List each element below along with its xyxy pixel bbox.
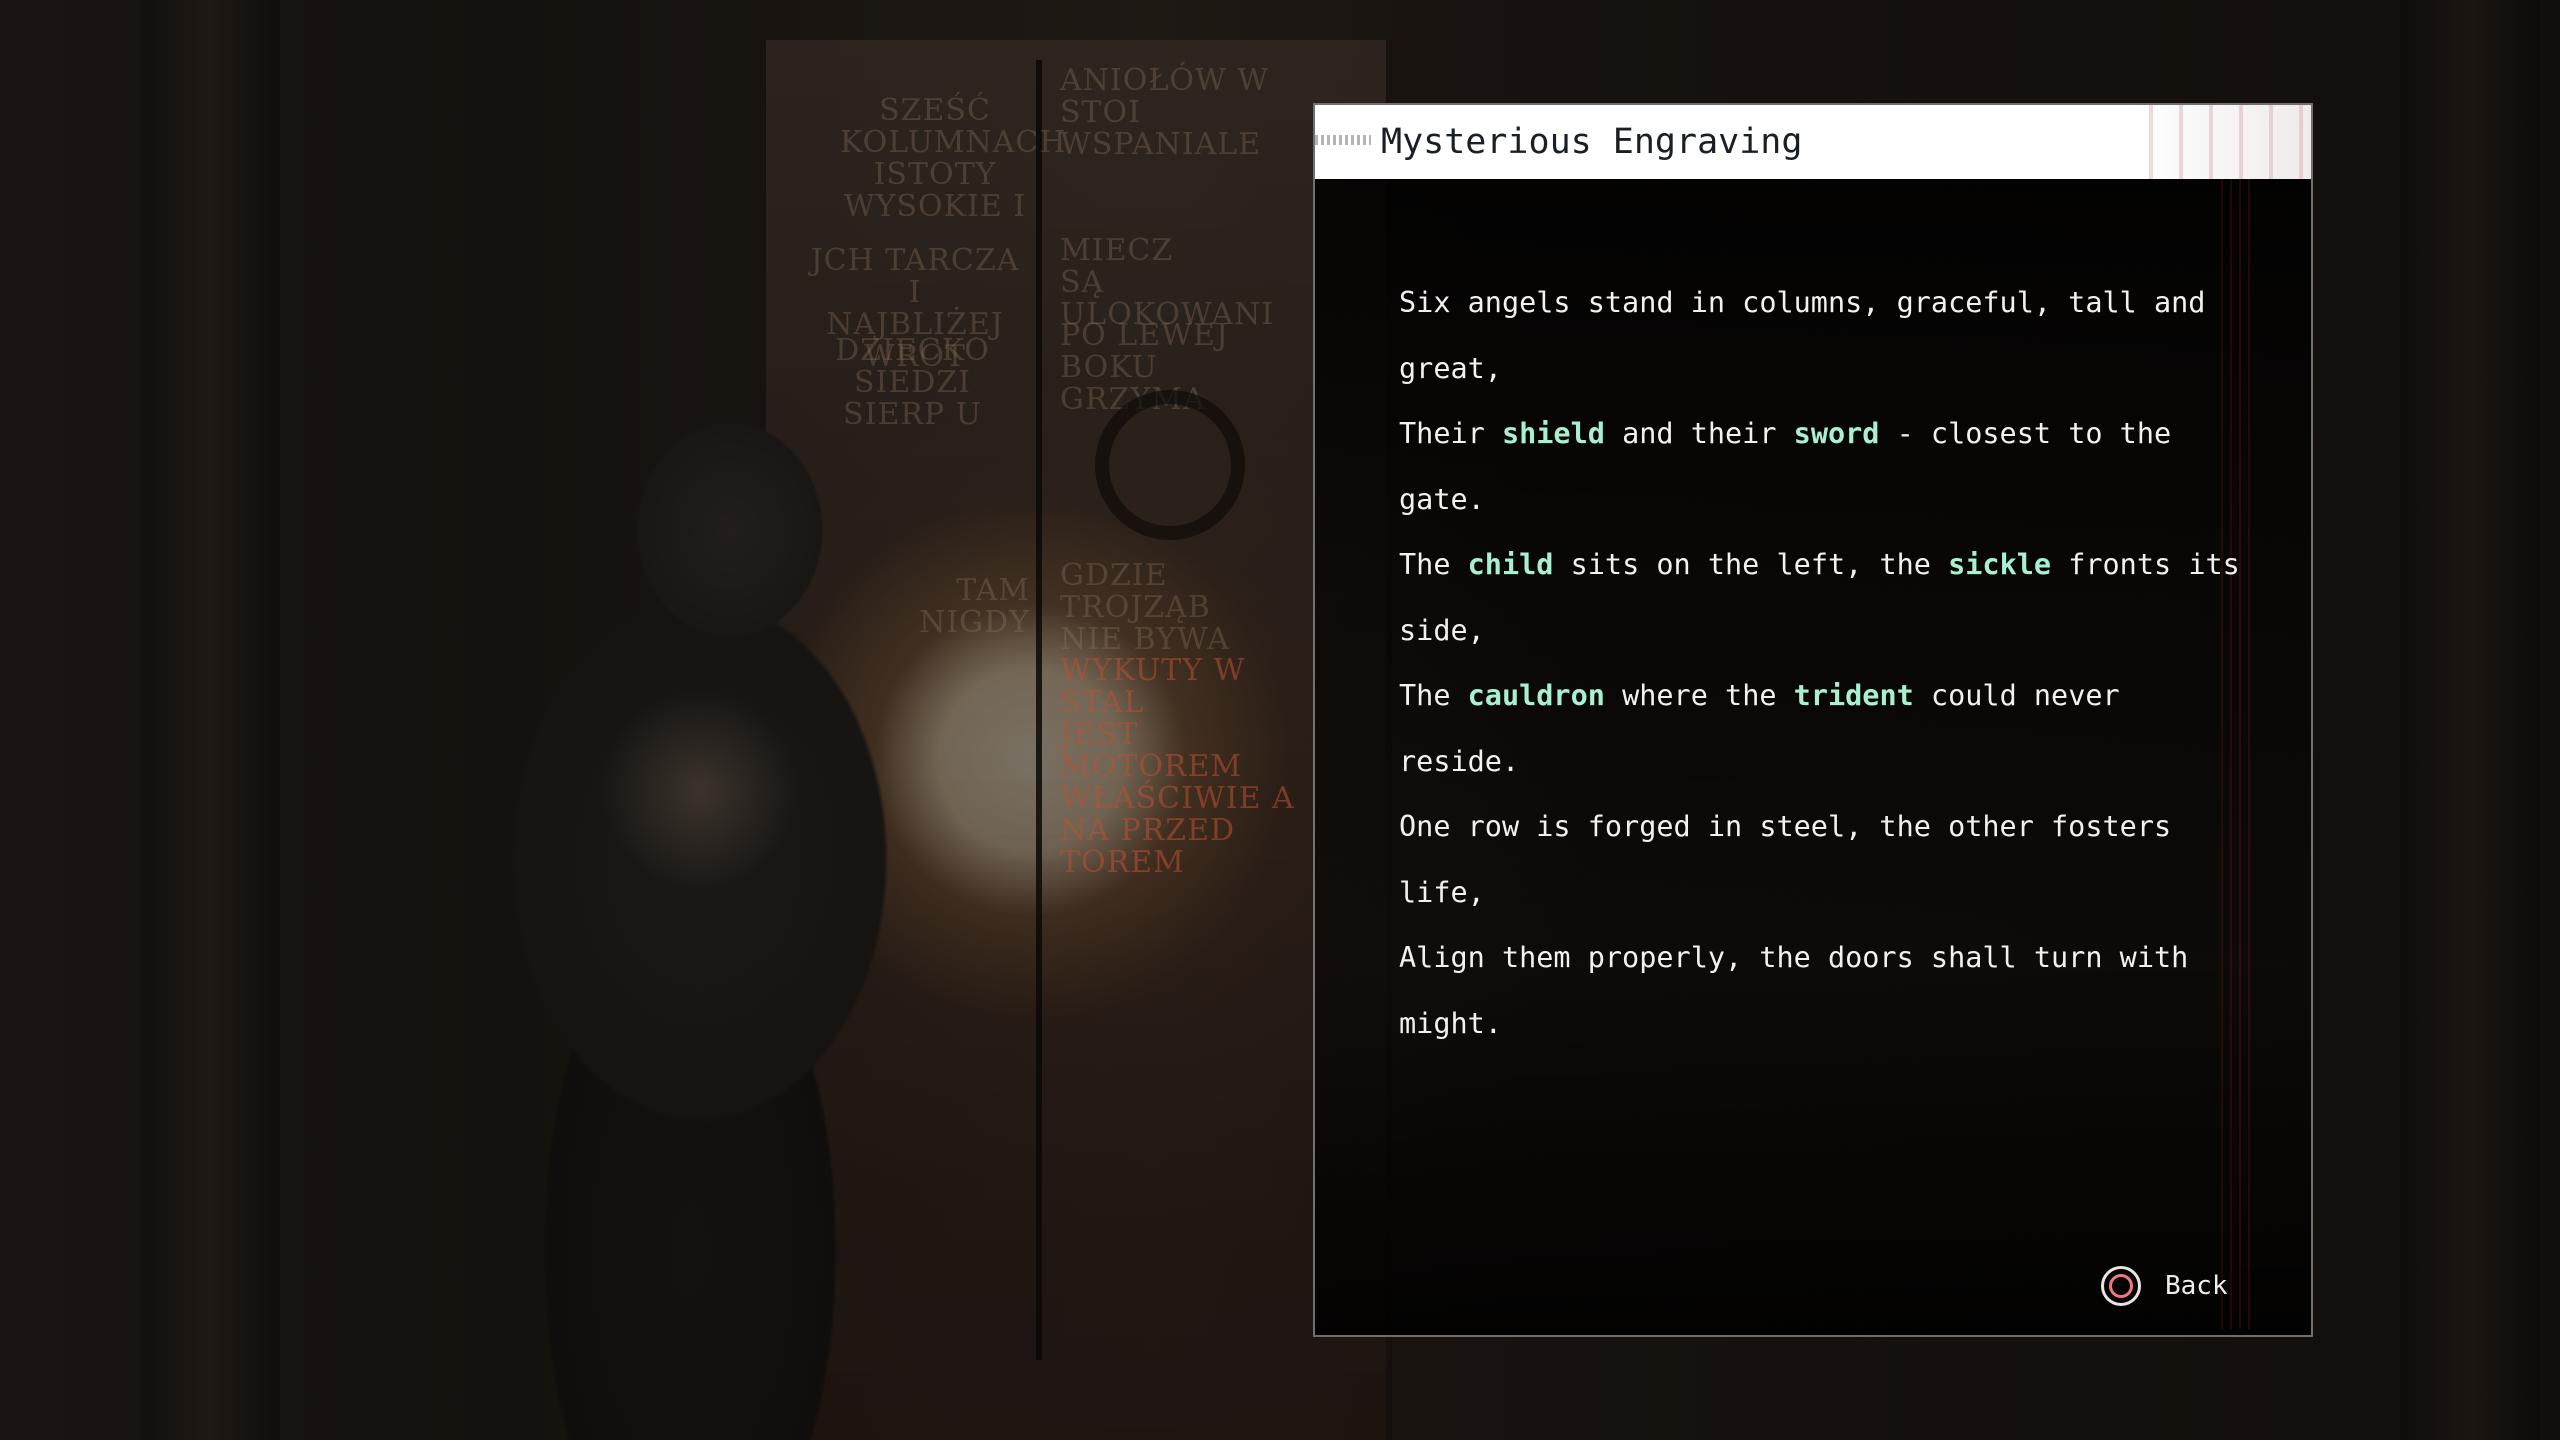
engraving-line: JEST MOTOREM — [1060, 717, 1243, 784]
door-engraving: GDZIE TROJZĄB NIE BYWA — [1060, 560, 1320, 656]
engraving-line: WŁAŚCIWIE A — [1060, 781, 1295, 816]
armor-highlight — [600, 690, 800, 890]
engraving-line: NA PRZED — [1060, 813, 1236, 848]
engraving-line: SZEŚĆ — [879, 93, 991, 128]
engraving-line: Six angels stand in columns, graceful, t… — [1399, 270, 2249, 401]
door-knocker — [1095, 390, 1245, 540]
engraving-text: Six angels stand in columns, graceful, t… — [1399, 270, 2249, 1056]
stone-pillar — [140, 0, 280, 1440]
engraving-text-segment: and their — [1604, 417, 1794, 450]
engraving-line: WYSOKIE I — [843, 189, 1027, 224]
circle-button-icon-inner — [2109, 1274, 2133, 1298]
back-button-label: Back — [2165, 1271, 2228, 1301]
engraving-line: Their shield and their sword - closest t… — [1399, 401, 2249, 532]
keyword-highlight: shield — [1501, 417, 1605, 450]
engraving-line: ANIOŁÓW W — [1060, 63, 1270, 98]
engraving-text-segment: One row is forged in steel, the other fo… — [1399, 810, 2172, 909]
engraving-dialog: Mysterious Engraving Six angels stand in… — [1313, 103, 2313, 1337]
engraving-text-segment: Align them properly, the doors shall tur… — [1399, 941, 2189, 1040]
keyword-highlight: trident — [1793, 679, 1914, 712]
engraving-text-segment: where the — [1604, 679, 1794, 712]
keyword-highlight: sword — [1793, 417, 1880, 450]
back-button[interactable]: Back — [2101, 1262, 2228, 1310]
engraving-line: WYKUTY W STAL — [1060, 653, 1246, 720]
engraving-text-segment: Six angels stand in columns, graceful, t… — [1399, 286, 2206, 385]
engraving-text-segment: Their — [1399, 417, 1502, 450]
engraving-line: Align them properly, the doors shall tur… — [1399, 925, 2249, 1056]
engraving-line: JCH TARCZA I — [810, 243, 1020, 310]
dialog-header: Mysterious Engraving — [1315, 105, 2311, 179]
engraving-line: ISTOTY — [873, 157, 997, 192]
engraving-line: GDZIE TROJZĄB — [1060, 558, 1211, 625]
engraving-line: NIE BYWA — [1060, 622, 1230, 657]
engraving-line: The child sits on the left, the sickle f… — [1399, 532, 2249, 663]
door-engraving: SZEŚĆ KOLUMNACH ISTOTY WYSOKIE I — [840, 93, 1067, 224]
engraving-line: KOLUMNACH — [840, 125, 1067, 160]
door-engraving: ANIOŁÓW W STOI WSPANIALE — [1060, 65, 1280, 161]
engraving-line: MIECZ — [1060, 233, 1174, 268]
door-engraving: MIECZ SĄ ULOKOWANI — [1060, 235, 1310, 331]
header-glitch-decoration — [2131, 105, 2311, 179]
engraving-line: TOREM — [1060, 845, 1185, 880]
engraving-line: One row is forged in steel, the other fo… — [1399, 794, 2249, 925]
engraving-line: STOI — [1060, 95, 1142, 130]
stone-pillar — [2400, 0, 2540, 1440]
dialog-title: Mysterious Engraving — [1381, 122, 1803, 162]
engraving-text-segment: The — [1399, 548, 1468, 581]
circle-button-icon — [2101, 1266, 2141, 1306]
engraving-text-segment: sits on the left, the — [1553, 548, 1949, 581]
door-engraving-lit: WYKUTY W STAL JEST MOTOREM WŁAŚCIWIE A N… — [1060, 655, 1330, 879]
keyword-highlight: cauldron — [1467, 679, 1605, 712]
keyword-highlight: sickle — [1948, 548, 2052, 581]
keyword-highlight: child — [1467, 548, 1554, 581]
header-glitch-decoration — [1315, 135, 1371, 145]
door-seam — [1036, 60, 1042, 1360]
player-character-silhouette — [400, 390, 960, 1440]
engraving-line: WSPANIALE — [1060, 127, 1262, 162]
engraving-text-segment: The — [1399, 679, 1468, 712]
engraving-line: PO LEWEJ — [1060, 318, 1229, 353]
engraving-line: The cauldron where the trident could nev… — [1399, 663, 2249, 794]
